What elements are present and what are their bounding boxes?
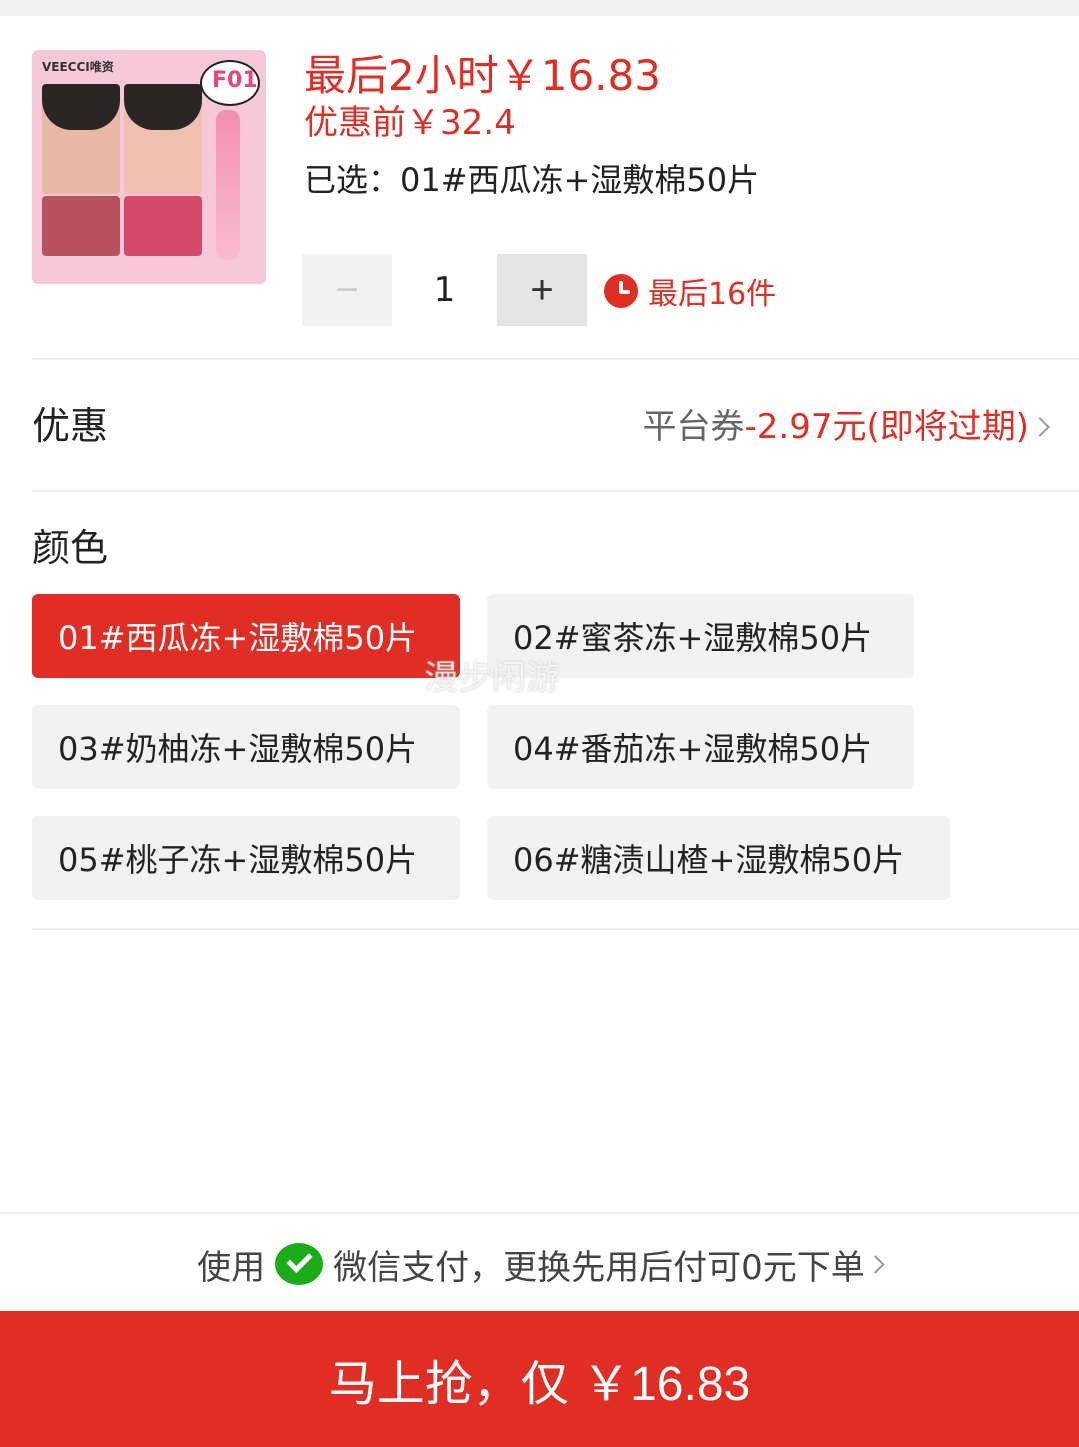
thumbnail-lips-right	[124, 196, 202, 256]
thumbnail-face-left	[42, 84, 120, 194]
clock-icon	[604, 274, 638, 308]
buy-now-button[interactable]: 马上抢，仅 ￥16.83	[0, 1311, 1079, 1447]
coupon-label: 优惠	[32, 404, 109, 448]
product-thumbnail[interactable]: VEECCI唯资 F01	[32, 50, 266, 284]
payment-text: 微信支付，更换先用后付可0元下单	[333, 1247, 865, 1288]
top-strip	[0, 0, 1079, 16]
price-now: 最后2小时￥16.83	[304, 51, 661, 100]
color-option-01[interactable]: 01#西瓜冻+湿敷棉50片	[32, 594, 460, 678]
color-option-03[interactable]: 03#奶柚冻+湿敷棉50片	[32, 705, 460, 789]
divider	[0, 1212, 1079, 1214]
payment-prefix: 使用	[197, 1247, 266, 1288]
color-section-label: 颜色	[32, 526, 109, 570]
thumbnail-lips-left	[42, 196, 120, 256]
coupon-amount: -2.97元(即将过期)	[744, 407, 1029, 447]
selected-label: 已选：	[304, 161, 401, 199]
divider	[32, 490, 1079, 492]
color-option-05[interactable]: 05#桃子冻+湿敷棉50片	[32, 816, 460, 900]
quantity-decrease-button[interactable]: −	[302, 254, 392, 326]
thumbnail-lip-tube	[216, 110, 240, 260]
divider	[32, 928, 1079, 930]
selected-value: 01#西瓜冻+湿敷棉50片	[400, 161, 760, 199]
stock-text: 最后16件	[648, 277, 777, 312]
stock-badge: 最后16件	[604, 266, 776, 316]
quantity-value[interactable]: 1	[392, 254, 497, 326]
color-option-06[interactable]: 06#糖渍山楂+湿敷棉50片	[487, 816, 950, 900]
thumbnail-face-right	[124, 84, 202, 194]
watermark: 漫步闲游	[424, 658, 560, 698]
chevron-right-icon	[866, 1254, 885, 1274]
payment-method-row[interactable]: 使用 微信支付，更换先用后付可0元下单	[0, 1232, 1079, 1296]
coupon-prefix: 平台券	[642, 407, 745, 447]
quantity-increase-button[interactable]: +	[497, 254, 587, 326]
selected-variant: 已选：01#西瓜冻+湿敷棉50片	[304, 158, 759, 202]
divider	[32, 358, 1079, 360]
thumbnail-brand-logo: VEECCI唯资	[42, 60, 114, 74]
thumbnail-badge: F01	[200, 60, 260, 106]
wechat-pay-icon	[275, 1243, 324, 1285]
color-option-04[interactable]: 04#番茄冻+湿敷棉50片	[487, 705, 914, 789]
coupon-selector[interactable]: 平台券 -2.97元(即将过期)	[642, 404, 1050, 450]
price-before: 优惠前￥32.4	[304, 103, 516, 143]
chevron-right-icon	[1030, 417, 1050, 437]
